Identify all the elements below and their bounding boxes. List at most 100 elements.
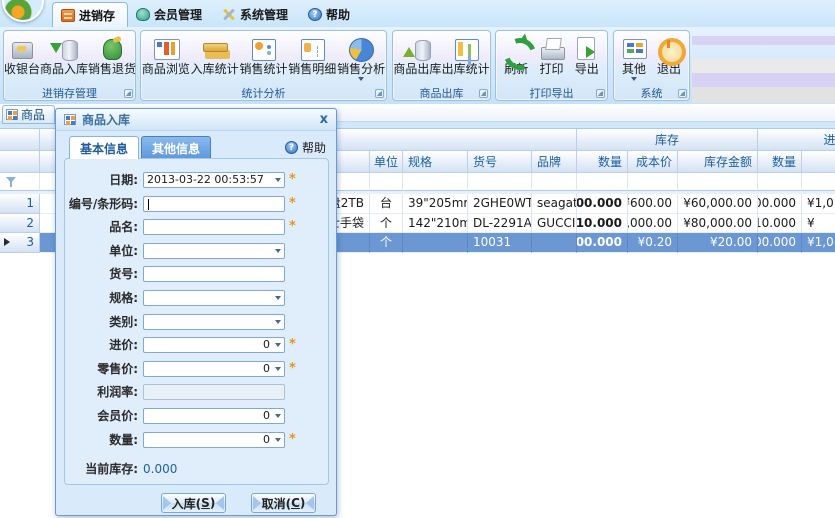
app-tab-system[interactable]: 系统管理 xyxy=(214,2,300,27)
retail-price-field[interactable]: 0 xyxy=(143,361,285,377)
chevron-down-icon[interactable] xyxy=(275,438,281,445)
col-header-brand[interactable]: 品牌 xyxy=(532,151,577,173)
filter-cell-qty2[interactable] xyxy=(758,173,802,191)
app-tab-help[interactable]: 帮助 xyxy=(300,2,362,27)
tab-other-info[interactable]: 其他信息 xyxy=(141,136,211,159)
cell-cut[interactable]: ¥1,0 xyxy=(802,194,835,214)
app-orb-button[interactable] xyxy=(2,0,44,22)
filter-cell-brand[interactable] xyxy=(532,173,577,191)
date-field[interactable]: 2013-03-22 00:53:57 xyxy=(143,172,285,188)
chevron-down-icon[interactable] xyxy=(275,178,281,185)
filter-cell-unit[interactable] xyxy=(370,173,403,191)
filter-cell-amount[interactable] xyxy=(678,173,758,191)
chevron-down-icon[interactable] xyxy=(275,343,281,350)
exit-button[interactable]: 退出 xyxy=(654,33,684,76)
chevron-down-icon[interactable] xyxy=(275,320,281,327)
dialog-launcher-icon[interactable] xyxy=(596,89,605,98)
filter-cell-cut[interactable] xyxy=(802,173,835,191)
cell-brand[interactable]: seagate xyxy=(532,194,577,214)
goods-stock-in-button[interactable]: 商品入库 xyxy=(40,33,88,76)
chevron-down-icon[interactable] xyxy=(275,367,281,374)
filter-row-header[interactable] xyxy=(0,173,40,191)
cell-cost[interactable]: ¥600.00 xyxy=(628,194,678,214)
row-header[interactable]: 3 xyxy=(0,233,40,253)
cell-sku[interactable]: 10031 xyxy=(468,233,532,253)
row-header[interactable]: 2 xyxy=(0,214,40,234)
cashier-button[interactable]: 收银台 xyxy=(4,33,40,76)
dialog-launcher-icon[interactable] xyxy=(124,89,133,98)
goods-stock-out-button[interactable]: 商品出库 xyxy=(393,33,441,76)
goods-browse-button[interactable]: 商品浏览 xyxy=(142,33,190,76)
col-header-cut[interactable] xyxy=(802,151,835,173)
purchase-price-field[interactable]: 0 xyxy=(143,337,285,353)
filter-icon[interactable] xyxy=(5,176,17,188)
refresh-button[interactable]: 刷新 xyxy=(501,33,531,76)
col-header-qty[interactable]: 数量 xyxy=(577,151,628,173)
cell-qty[interactable]: 100.000 xyxy=(577,233,628,253)
group-header-purchase[interactable]: 进 xyxy=(758,129,835,151)
cell-amount[interactable]: ¥80,000.00 xyxy=(678,214,758,234)
chevron-down-icon[interactable] xyxy=(275,249,281,256)
cell-cut[interactable]: ¥ xyxy=(802,214,835,234)
name-field[interactable] xyxy=(143,219,285,235)
chevron-down-icon[interactable] xyxy=(275,414,281,421)
print-button[interactable]: 打印 xyxy=(537,33,567,76)
cell-brand[interactable]: GUCCI xyxy=(532,214,577,234)
chevron-down-icon[interactable] xyxy=(275,296,281,303)
cell-amount[interactable]: ¥20.00 xyxy=(678,233,758,253)
filter-cell-qty[interactable] xyxy=(577,173,628,191)
cell-qty[interactable]: 100.000 xyxy=(577,194,628,214)
tab-basic-info[interactable]: 基本信息 xyxy=(69,136,139,159)
category-field[interactable] xyxy=(143,314,285,330)
member-price-field[interactable]: 0 xyxy=(143,408,285,424)
dialog-launcher-icon[interactable] xyxy=(375,89,384,98)
col-header-unit[interactable]: 单位 xyxy=(370,151,403,173)
other-button[interactable]: 其他 xyxy=(619,33,649,84)
export-button[interactable]: 导出 xyxy=(572,33,602,76)
filter-cell-cost[interactable] xyxy=(628,173,678,191)
sku-field[interactable] xyxy=(143,266,285,282)
cell-brand[interactable] xyxy=(532,233,577,253)
sales-stats-button[interactable]: 销售统计 xyxy=(239,33,287,76)
stock-in-stats-button[interactable]: 入库统计 xyxy=(191,33,239,76)
cell-qty2[interactable]: 10.000 xyxy=(758,214,802,234)
stock-out-stats-button[interactable]: 出库统计 xyxy=(442,33,490,76)
dialog-titlebar[interactable]: 商品入库 x xyxy=(56,109,336,131)
cell-qty[interactable]: 10.000 xyxy=(577,214,628,234)
cell-spec[interactable]: 39"205mm xyxy=(403,194,468,214)
cell-sku[interactable]: DL-2291A xyxy=(468,214,532,234)
col-header-sku[interactable]: 货号 xyxy=(468,151,532,173)
cell-unit[interactable]: 台 xyxy=(370,194,403,214)
close-icon[interactable]: x xyxy=(320,113,328,127)
sales-detail-button[interactable]: 销售明细 xyxy=(288,33,336,76)
unit-field[interactable] xyxy=(143,243,285,259)
cell-unit[interactable]: 个 xyxy=(370,214,403,234)
col-header-spec[interactable]: 规格 xyxy=(403,151,468,173)
help-link[interactable]: 帮助 xyxy=(285,139,326,156)
col-header-qty2[interactable]: 数量 xyxy=(758,151,802,173)
stock-in-button[interactable]: 入库(S) xyxy=(161,493,226,513)
cancel-button[interactable]: 取消(C) xyxy=(251,493,316,513)
cell-cost[interactable]: ¥8,000.00 xyxy=(628,214,678,234)
code-field[interactable] xyxy=(143,196,285,212)
sales-return-button[interactable]: 销售退货 xyxy=(88,33,136,76)
quantity-field[interactable]: 0 xyxy=(143,432,285,448)
cell-unit[interactable]: 个 xyxy=(370,233,403,253)
cell-qty2[interactable]: 100.000 xyxy=(758,194,802,214)
row-header[interactable]: 1 xyxy=(0,194,40,214)
cell-qty2[interactable]: 100.000 xyxy=(758,233,802,253)
cell-spec[interactable] xyxy=(403,233,468,253)
app-tab-jxc[interactable]: 进销存 xyxy=(52,2,128,27)
col-header-amount[interactable]: 库存金额 xyxy=(678,151,758,173)
col-header-cost[interactable]: 成本价 xyxy=(628,151,678,173)
cell-spec[interactable]: 142"210mm xyxy=(403,214,468,234)
group-header-stock[interactable]: 库存 xyxy=(577,129,758,151)
doc-tab-goods-stock[interactable]: 商品 xyxy=(2,105,55,124)
cell-cut[interactable]: ¥1,0 xyxy=(802,233,835,253)
filter-cell-sku[interactable] xyxy=(468,173,532,191)
filter-cell-spec[interactable] xyxy=(403,173,468,191)
spec-field[interactable] xyxy=(143,290,285,306)
dialog-launcher-icon[interactable] xyxy=(479,89,488,98)
cell-cost[interactable]: ¥0.20 xyxy=(628,233,678,253)
cell-amount[interactable]: ¥60,000.00 xyxy=(678,194,758,214)
